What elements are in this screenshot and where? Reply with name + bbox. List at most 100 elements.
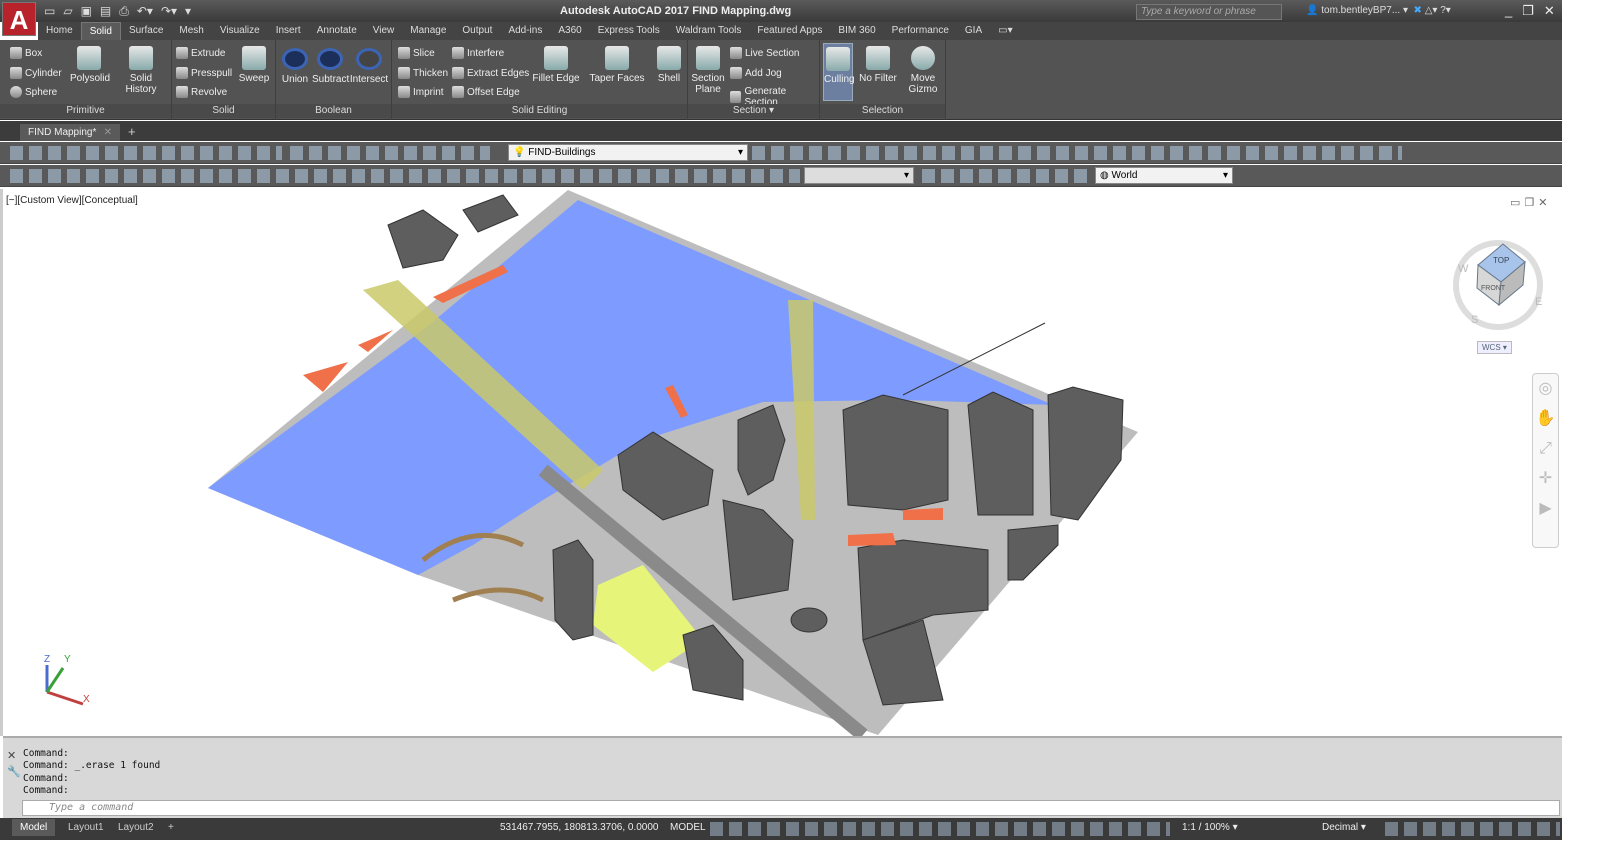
model-space-toggle[interactable]: MODEL [670,822,706,833]
tab-featured-apps[interactable]: Featured Apps [749,22,830,40]
revolve-button[interactable]: Revolve [176,86,227,98]
extrude-button[interactable]: Extrude [176,47,225,59]
minimize-icon[interactable]: _ [1505,3,1512,19]
viewcube-top[interactable]: TOP [1493,256,1509,265]
panel-label-section[interactable]: Section ▾ [688,104,819,118]
drawing-viewport[interactable]: Z Y X TOP FRONT W S E [0,189,1562,741]
modify-tools[interactable] [10,169,800,183]
search-input[interactable]: Type a keyword or phrase [1136,4,1282,20]
close-icon[interactable]: ✕ [1544,3,1555,19]
offset-edge-button[interactable]: Offset Edge [452,86,520,98]
misc-tools[interactable] [752,146,1402,160]
view-tools[interactable] [922,169,1087,183]
shell-button[interactable]: Shell [654,46,684,84]
application-menu-button[interactable]: A [2,2,36,36]
drafting-toggles[interactable] [710,822,1170,836]
add-layout-button[interactable]: + [160,819,182,836]
live-section-button[interactable]: Live Section [730,47,799,59]
wrench-icon[interactable]: 🔧 [7,764,21,780]
cylinder-button[interactable]: Cylinder [10,67,62,79]
ucs-dropdown[interactable]: ◍ World ▾ [1095,167,1233,184]
a360-icon[interactable]: △▾ [1425,5,1438,16]
intersect-button[interactable]: Intersect [348,48,390,85]
viewport-window-controls[interactable]: ▭❐✕ [1510,196,1551,209]
file-tab[interactable]: FIND Mapping* ✕ [20,124,120,141]
compass-e[interactable]: E [1535,296,1542,308]
polysolid-button[interactable]: Polysolid [70,46,110,84]
new-icon[interactable]: ▭ [44,4,55,19]
tab-bim-360[interactable]: BIM 360 [830,22,883,40]
user-account[interactable]: 👤 tom.bentleyBP7... ▾ ✖ △▾ ?▾ [1306,5,1451,16]
interfere-button[interactable]: Interfere [452,47,504,59]
tab-solid[interactable]: Solid [80,22,121,40]
tab-gia[interactable]: GIA [957,22,990,40]
close-tab-icon[interactable]: ✕ [104,127,112,138]
tab-insert[interactable]: Insert [268,22,309,40]
tab-annotate[interactable]: Annotate [309,22,365,40]
taper-faces-button[interactable]: Taper Faces [588,46,646,84]
culling-button[interactable]: Culling [823,43,855,101]
subtract-button[interactable]: Subtract [312,48,349,85]
coordinates-readout[interactable]: 531467.7955, 180813.3706, 0.0000 [500,822,659,833]
ribbon-options-icon[interactable]: ▭▾ [990,22,1020,40]
save-icon[interactable]: ▣ [81,4,92,19]
tab-home[interactable]: Home [38,22,81,40]
tab-add-ins[interactable]: Add-ins [500,22,550,40]
box-button[interactable]: Box [10,47,42,59]
sphere-button[interactable]: Sphere [10,86,57,98]
steering-wheel-icon[interactable]: ◎ [1533,374,1558,404]
union-button[interactable]: Union [278,48,312,85]
pan-icon[interactable]: ✋ [1533,404,1558,434]
layout-tab-layout2[interactable]: Layout2 [110,819,162,836]
print-icon[interactable]: ⎙ [119,4,129,19]
tab-mesh[interactable]: Mesh [171,22,211,40]
annotation-scale[interactable]: 1:1 / 100% ▾ [1182,822,1238,833]
close-icon[interactable]: ✕ [7,748,21,764]
presspull-button[interactable]: Presspull [176,67,232,79]
customize-icon[interactable]: ▾ [185,4,191,19]
move-gizmo-button[interactable]: Move Gizmo [904,46,942,95]
tab-manage[interactable]: Manage [402,22,454,40]
thicken-button[interactable]: Thicken [398,67,448,79]
sweep-button[interactable]: Sweep [236,46,272,84]
showmotion-icon[interactable]: ▶ [1533,494,1558,524]
tab-waldram-tools[interactable]: Waldram Tools [668,22,750,40]
exchange-icon[interactable]: ✖ [1414,5,1422,16]
restore-icon[interactable]: ❐ [1522,3,1534,19]
tab-express-tools[interactable]: Express Tools [590,22,668,40]
undo-icon[interactable]: ↶▾ [137,4,153,19]
extract-edges-button[interactable]: Extract Edges [452,67,529,79]
layout-tab-layout1[interactable]: Layout1 [60,819,112,836]
ucs-tools[interactable] [10,146,282,160]
navigation-bar[interactable]: ◎ ✋ ⤢ ✛ ▶ [1532,373,1559,548]
tab-a360[interactable]: A360 [550,22,589,40]
fillet-edge-button[interactable]: Fillet Edge [532,46,580,84]
tab-output[interactable]: Output [454,22,500,40]
layer-dropdown[interactable]: 💡 FIND-Buildings ▾ [508,144,748,161]
layer-tools[interactable] [290,146,490,160]
open-icon[interactable]: ▱ [63,4,72,19]
wcs-menu[interactable]: WCS ▾ [1477,341,1512,354]
no-filter-button[interactable]: No Filter [858,46,898,84]
viewport-controls-label[interactable]: [−][Custom View][Conceptual] [6,195,138,206]
orbit-icon[interactable]: ✛ [1533,464,1558,494]
zoom-icon[interactable]: ⤢ [1533,434,1558,464]
units-dropdown[interactable]: Decimal ▾ [1322,822,1366,833]
solid-history-button[interactable]: Solid History [114,46,168,95]
tab-surface[interactable]: Surface [121,22,171,40]
save-as-icon[interactable]: ▤ [100,4,111,19]
layout-tab-model[interactable]: Model [12,819,56,836]
new-tab-button[interactable]: + [128,124,136,139]
slice-button[interactable]: Slice [398,47,435,59]
viewcube-front[interactable]: FRONT [1481,285,1506,292]
tab-performance[interactable]: Performance [884,22,957,40]
style-dropdown[interactable]: ▾ [804,167,914,184]
help-icon[interactable]: ?▾ [1440,5,1451,16]
status-tools[interactable] [1385,822,1560,836]
add-jog-button[interactable]: Add Jog [730,67,782,79]
compass-w[interactable]: W [1458,263,1469,275]
redo-icon[interactable]: ↷▾ [161,4,177,19]
tab-visualize[interactable]: Visualize [212,22,268,40]
viewcube[interactable]: TOP FRONT W S E [1453,240,1543,330]
section-plane-button[interactable]: Section Plane [690,46,726,95]
